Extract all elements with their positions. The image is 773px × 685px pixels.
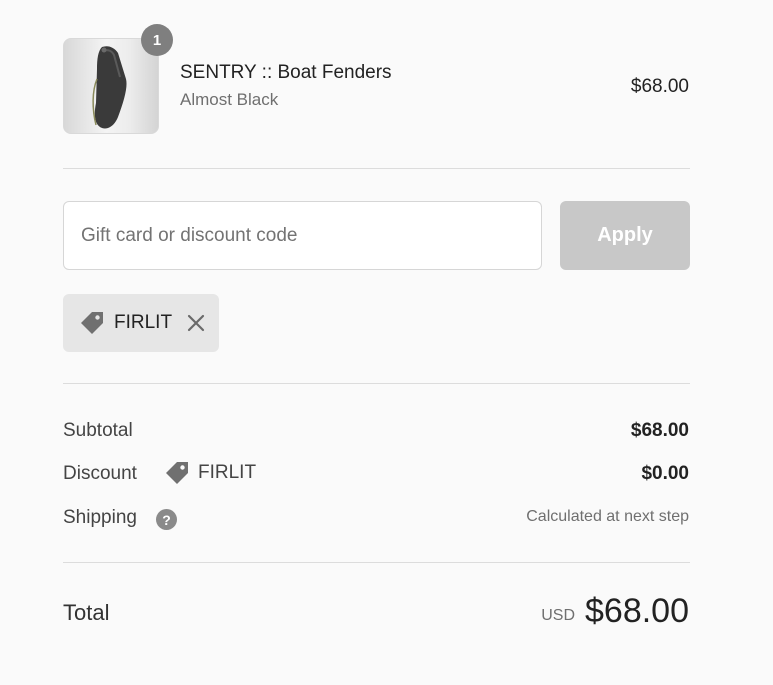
subtotal-label: Subtotal bbox=[63, 420, 133, 441]
product-thumbnail bbox=[63, 38, 159, 134]
discount-value: $0.00 bbox=[641, 463, 689, 484]
question-icon[interactable]: ? bbox=[156, 509, 177, 530]
applied-discount-code: FIRLIT bbox=[114, 312, 173, 333]
total-amount: $68.00 bbox=[585, 592, 689, 630]
shipping-value: Calculated at next step bbox=[526, 508, 689, 525]
discount-code: FIRLIT bbox=[198, 462, 257, 483]
currency-code: USD bbox=[541, 607, 575, 624]
boat-fender-image bbox=[92, 46, 127, 129]
subtotal-value: $68.00 bbox=[630, 420, 689, 441]
divider bbox=[63, 168, 690, 169]
order-summary: 1 SENTRY :: Boat Fenders Almost Black $6… bbox=[0, 0, 773, 685]
shipping-label: Shipping bbox=[63, 507, 137, 528]
discount-code-input[interactable] bbox=[63, 201, 542, 270]
total-label: Total bbox=[63, 600, 110, 625]
tag-icon bbox=[163, 459, 191, 487]
close-icon[interactable] bbox=[186, 313, 206, 333]
applied-discount-tag: FIRLIT bbox=[63, 294, 219, 352]
apply-button[interactable]: Apply bbox=[560, 201, 690, 270]
product-price: $68.00 bbox=[630, 76, 689, 97]
divider bbox=[63, 562, 690, 563]
divider bbox=[63, 383, 690, 384]
product-variant: Almost Black bbox=[180, 90, 279, 109]
tag-icon bbox=[78, 309, 106, 337]
quantity-badge: 1 bbox=[141, 24, 173, 56]
discount-label: Discount bbox=[63, 463, 137, 484]
product-name: SENTRY :: Boat Fenders bbox=[180, 62, 392, 83]
